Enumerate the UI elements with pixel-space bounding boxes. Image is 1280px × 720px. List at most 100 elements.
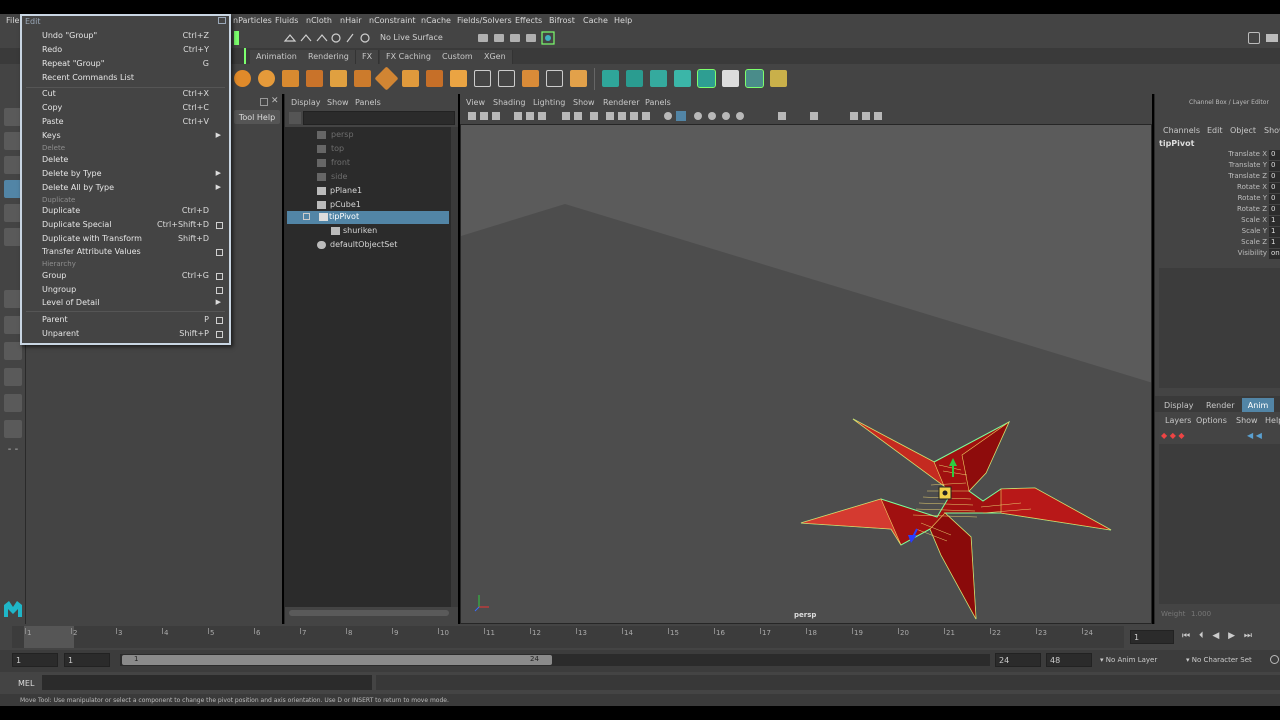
menu-item-repeat[interactable]: Repeat "Group" G	[42, 59, 223, 71]
option-box-icon[interactable]	[216, 317, 223, 324]
bevel-icon[interactable]	[522, 70, 539, 87]
preferences-icon[interactable]	[1270, 655, 1279, 664]
menu-nhair[interactable]: nHair	[340, 16, 362, 25]
sphere-icon[interactable]	[234, 70, 251, 87]
uv-sphere-icon[interactable]	[674, 70, 691, 87]
mel-label[interactable]: MEL	[18, 679, 34, 688]
tear-off-icon[interactable]	[218, 17, 226, 24]
menu-help[interactable]: Help	[614, 16, 632, 25]
menu-nconstraint[interactable]: nConstraint	[369, 16, 416, 25]
sidebar-toggle-icon[interactable]	[1266, 34, 1278, 42]
menu-item-transfer-attribute-values[interactable]: Transfer Attribute Values	[42, 247, 223, 259]
viewport-menu-renderer[interactable]: Renderer	[603, 98, 640, 107]
close-panel-icon[interactable]: ✕	[271, 96, 279, 106]
uv-layout-icon[interactable]	[745, 69, 764, 88]
outliner-item-tippivot[interactable]: tipPivot	[287, 211, 449, 224]
stairs-icon[interactable]	[354, 70, 371, 87]
menu-cache[interactable]: Cache	[583, 16, 608, 25]
menu-item-parent[interactable]: Parent P	[42, 315, 223, 327]
viewport-menu-show[interactable]: Show	[573, 98, 595, 107]
viewport-menu-lighting[interactable]: Lighting	[533, 98, 565, 107]
tool-help-tab[interactable]: Tool Help	[234, 110, 280, 124]
animation-end-field[interactable]: 48	[1046, 653, 1092, 667]
shelf-tab-custom[interactable]: Custom	[436, 50, 480, 64]
menu-item-keys[interactable]: Keys ▶	[42, 131, 223, 143]
bracket-icon[interactable]	[498, 70, 515, 87]
shelf-tab-fx[interactable]: FX	[356, 50, 380, 64]
layer-menu-options[interactable]: Options	[1196, 416, 1227, 425]
viewport-canvas[interactable]: persp	[460, 124, 1152, 624]
outliner-item-pplane1[interactable]: pPlane1	[287, 185, 447, 198]
option-box-icon[interactable]	[216, 222, 223, 229]
animation-start-field[interactable]: 1	[12, 653, 58, 667]
layout-outliner-icon[interactable]	[4, 368, 22, 386]
blocks-icon[interactable]	[426, 70, 443, 87]
playback-controls[interactable]: ⏮ ⏴ ◀ ▶ ⏭	[1182, 631, 1278, 643]
layer-tab-render[interactable]: Render	[1206, 401, 1234, 410]
outliner-menu-display[interactable]: Display	[291, 98, 321, 107]
menu-item-redo[interactable]: Redo Ctrl+Y	[42, 45, 223, 57]
frame-icon[interactable]	[474, 70, 491, 87]
layer-menu-show[interactable]: Show	[1236, 416, 1258, 425]
shelf-tab-rendering[interactable]: Rendering	[302, 50, 356, 64]
channel-row[interactable]: Scale Y1	[1155, 227, 1280, 238]
menu-bifrost[interactable]: Bifrost	[549, 16, 575, 25]
menu-item-recent-commands[interactable]: Recent Commands List	[42, 73, 223, 85]
playback-start-field[interactable]: 1	[64, 653, 110, 667]
outliner-vertical-scrollbar[interactable]	[451, 127, 458, 607]
range-slider-track[interactable]: 1 24	[120, 654, 990, 666]
uv-plane-icon[interactable]	[626, 70, 643, 87]
pyramid-icon[interactable]	[402, 70, 419, 87]
menu-item-level-of-detail[interactable]: Level of Detail ▶	[42, 298, 223, 310]
menu-ncloth[interactable]: nCloth	[306, 16, 332, 25]
character-set-selector[interactable]: ▾ No Character Set	[1186, 656, 1252, 664]
float-panel-icon[interactable]	[260, 98, 268, 106]
menu-item-unparent[interactable]: Unparent Shift+P	[42, 329, 223, 341]
channel-menu-edit[interactable]: Edit	[1207, 126, 1223, 135]
layer-menu-help[interactable]: Help	[1265, 416, 1280, 425]
channel-row[interactable]: Rotate Y0	[1155, 194, 1280, 205]
cube-icon[interactable]	[330, 70, 347, 87]
layer-key-icons[interactable]: ◆ ◆ ◆	[1161, 431, 1211, 441]
outliner-item-top[interactable]: top	[287, 143, 447, 156]
channel-menu-object[interactable]: Object	[1230, 126, 1256, 135]
time-slider-current-frame[interactable]	[24, 626, 74, 648]
option-box-icon[interactable]	[216, 273, 223, 280]
menu-fluids[interactable]: Fluids	[275, 16, 298, 25]
outliner-horizontal-scrollbar[interactable]	[289, 610, 449, 616]
menu-item-duplicate-with-transform[interactable]: Duplicate with Transform Shift+D	[42, 234, 223, 246]
uv-bend-icon[interactable]	[697, 69, 716, 88]
uv-editor-icon[interactable]	[770, 70, 787, 87]
channel-row[interactable]: Scale X1	[1155, 216, 1280, 227]
toolbox-more-icon[interactable]: - -	[4, 444, 22, 462]
outliner-item-side[interactable]: side	[287, 171, 447, 184]
menu-item-cut[interactable]: Cut Ctrl+X	[42, 89, 223, 101]
menu-item-group[interactable]: Group Ctrl+G	[42, 271, 223, 283]
menu-item-undo[interactable]: Undo "Group" Ctrl+Z	[42, 31, 223, 43]
menu-item-ungroup[interactable]: Ungroup	[42, 285, 223, 297]
viewport-menu-view[interactable]: View	[466, 98, 485, 107]
shelf-tab-fx-caching[interactable]: FX Caching	[380, 50, 438, 64]
viewport-toolbar-icons[interactable]	[466, 110, 896, 122]
menu-ncache[interactable]: nCache	[421, 16, 451, 25]
layout-persp-icon[interactable]	[4, 420, 22, 438]
crop-icon[interactable]	[546, 70, 563, 87]
uv-cube-icon[interactable]	[602, 70, 619, 87]
viewport-menu-shading[interactable]: Shading	[493, 98, 526, 107]
anim-layer-selector[interactable]: ▾ No Anim Layer	[1100, 656, 1157, 664]
render-icons[interactable]	[476, 31, 556, 45]
shelf-tab-animation[interactable]: Animation	[250, 50, 304, 64]
cube-grid-icon[interactable]	[306, 70, 323, 87]
menu-nparticles[interactable]: nParticles	[233, 16, 272, 25]
current-frame-field[interactable]: 1	[1130, 630, 1174, 644]
menu-effects[interactable]: Effects	[515, 16, 542, 25]
split-icon[interactable]	[570, 70, 587, 87]
outliner-filter-icon[interactable]	[289, 112, 301, 124]
channel-row[interactable]: Translate X0	[1155, 150, 1280, 161]
option-box-icon[interactable]	[216, 287, 223, 294]
mel-command-input[interactable]	[42, 675, 372, 690]
channel-row[interactable]: Translate Y0	[1155, 161, 1280, 172]
menu-fields-solvers[interactable]: Fields/Solvers	[457, 16, 512, 25]
live-surface-label[interactable]: No Live Surface	[380, 33, 443, 42]
menu-item-delete-by-type[interactable]: Delete by Type ▶	[42, 169, 223, 181]
